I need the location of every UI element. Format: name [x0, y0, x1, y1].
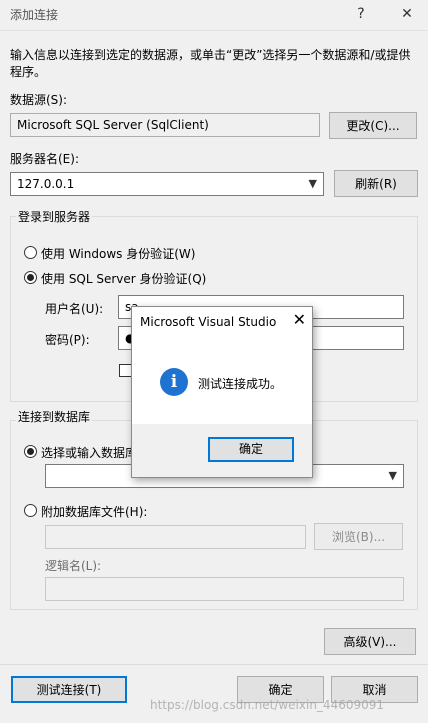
dialog-title: Microsoft Visual Studio [140, 315, 277, 329]
window-title: 添加连接 [10, 8, 59, 22]
select-database-label[interactable]: 选择或输入数据库 [41, 444, 137, 461]
info-icon: i [160, 368, 188, 396]
test-connection-button[interactable]: 测试连接(T) [11, 676, 127, 703]
sql-auth-radio[interactable] [24, 271, 37, 284]
chevron-down-icon[interactable]: ▼ [389, 465, 397, 487]
sql-auth-label[interactable]: 使用 SQL Server 身份验证(Q) [41, 270, 206, 287]
window-close-icon[interactable]: ✕ [394, 3, 420, 25]
watermark: https://blog.csdn.net/weixin_44609091 [150, 698, 385, 712]
attach-file-label[interactable]: 附加数据库文件(H): [41, 503, 147, 520]
intro-line-1: 输入信息以连接到选定的数据源，或单击“更改”选择另一个数据源和/或提供 [10, 48, 411, 62]
dialog-close-icon[interactable]: ✕ [293, 311, 306, 329]
logical-name-label: 逻辑名(L): [45, 559, 102, 573]
footer-divider [0, 664, 428, 665]
login-group-label: 登录到服务器 [16, 208, 93, 225]
titlebar-divider [0, 30, 428, 31]
password-label: 密码(P): [45, 333, 90, 347]
logical-name-input[interactable] [45, 577, 404, 601]
advanced-button[interactable]: 高级(V)... [324, 628, 416, 655]
attach-file-input[interactable] [45, 525, 306, 549]
windows-auth-label[interactable]: 使用 Windows 身份验证(W) [41, 245, 195, 262]
windows-auth-radio[interactable] [24, 246, 37, 259]
database-group-label: 连接到数据库 [16, 408, 93, 425]
help-icon[interactable]: ? [348, 3, 374, 25]
chevron-down-icon[interactable]: ▼ [309, 173, 317, 195]
select-database-radio[interactable] [24, 445, 37, 458]
attach-file-radio[interactable] [24, 504, 37, 517]
change-datasource-button[interactable]: 更改(C)... [329, 112, 417, 139]
browse-button[interactable]: 浏览(B)... [314, 523, 403, 550]
dialog-ok-button[interactable]: 确定 [208, 437, 294, 462]
server-combobox[interactable]: 127.0.0.1 ▼ [10, 172, 324, 196]
username-label: 用户名(U): [45, 302, 104, 316]
dialog-footer: 确定 [132, 424, 312, 477]
refresh-button[interactable]: 刷新(R) [334, 170, 418, 197]
server-label: 服务器名(E): [10, 152, 79, 166]
server-value: 127.0.0.1 [17, 177, 75, 191]
dialog-message: 测试连接成功。 [198, 377, 283, 391]
message-dialog: Microsoft Visual Studio ✕ i 测试连接成功。 确定 [131, 306, 313, 478]
datasource-field: Microsoft SQL Server (SqlClient) [10, 113, 320, 137]
intro-line-2: 程序。 [10, 65, 47, 79]
datasource-label: 数据源(S): [10, 93, 68, 107]
